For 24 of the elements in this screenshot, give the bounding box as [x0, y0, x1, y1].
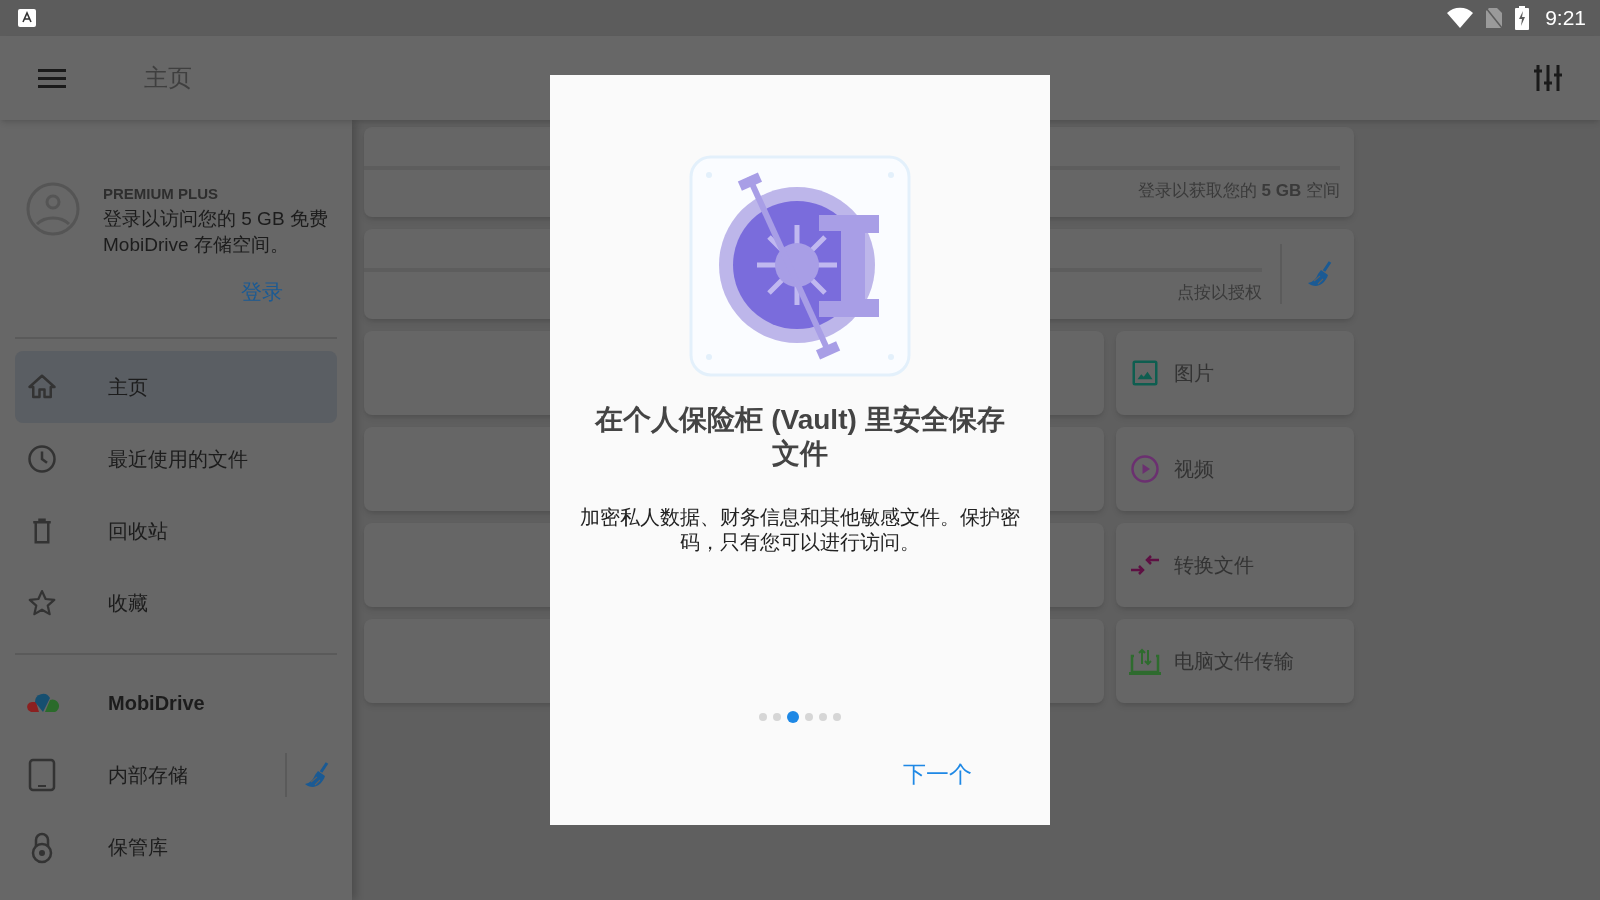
plan-label: PREMIUM PLUS — [103, 184, 219, 204]
notification-icon — [18, 9, 36, 27]
clock-icon — [27, 444, 57, 474]
drawer-item[interactable]: 收藏 — [15, 567, 337, 639]
laptop-transfer-icon — [1127, 646, 1162, 676]
drawer-item[interactable]: 最近使用的文件 — [15, 423, 337, 495]
play-icon — [1129, 454, 1160, 484]
no-sim-icon — [1485, 7, 1504, 29]
drawer-item[interactable]: 内部存储 — [15, 739, 337, 811]
tablet-icon — [27, 758, 57, 792]
clock-time: 9:21 — [1545, 5, 1586, 32]
battery-charging-icon — [1515, 6, 1530, 30]
settings-sliders-icon[interactable] — [1534, 63, 1562, 93]
storage-message: 登录以访问您的 5 GB 免费 MobiDrive 存储空间。 — [103, 206, 329, 257]
drawer-item[interactable]: 回收站 — [15, 495, 337, 567]
star-icon — [27, 588, 57, 618]
arrows-icon — [1128, 553, 1161, 577]
next-button[interactable]: 下一个 — [901, 752, 974, 795]
wifi-icon — [1447, 7, 1474, 29]
drawer-item[interactable]: 保管库 — [15, 811, 337, 883]
drawer-item[interactable]: 主页 — [15, 351, 337, 423]
dialog-description: 加密私人数据、财务信息和其他敏感文件。保护密码，只有您可以进行访问。 — [579, 505, 1021, 555]
drawer-item[interactable]: MobiDrive — [15, 667, 337, 739]
dialog-title: 在个人保险柜 (Vault) 里安全保存文件 — [593, 403, 1006, 471]
